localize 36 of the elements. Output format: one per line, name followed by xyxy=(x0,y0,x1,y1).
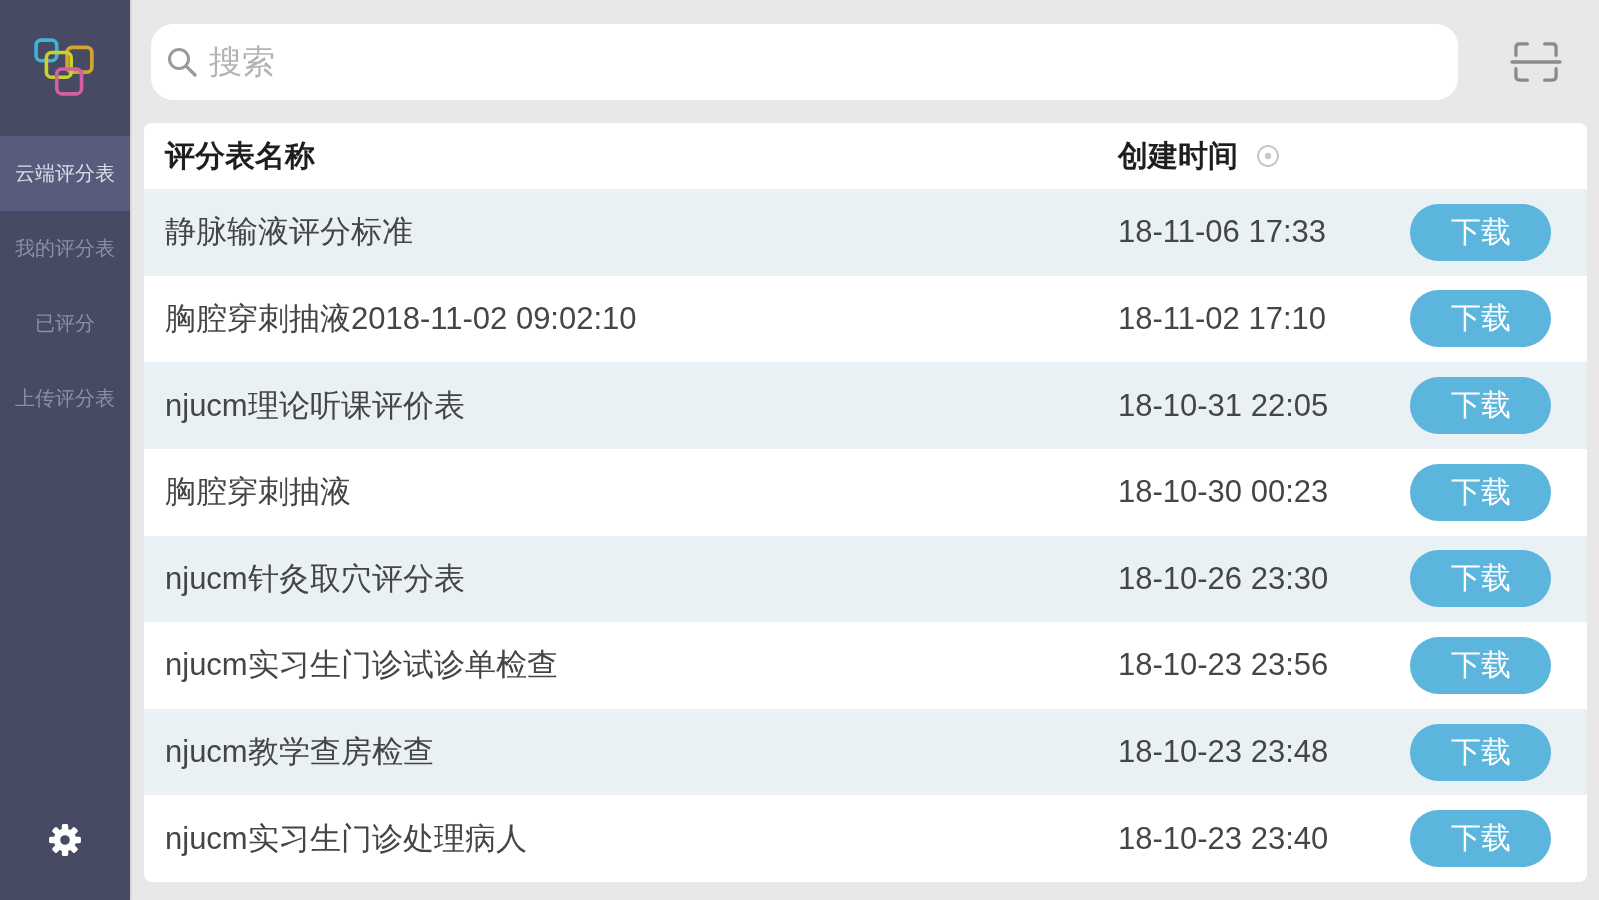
column-header: 评分表名称 xyxy=(165,137,315,174)
table-cell: 18-10-23 23:56 xyxy=(1118,647,1329,683)
settings-icon[interactable] xyxy=(48,823,82,857)
table-cell: 18-10-23 23:40 xyxy=(1118,820,1329,856)
table-cell: njucm针灸取穴评分表 xyxy=(165,560,465,596)
table-cell: njucm教学查房检查 xyxy=(165,734,434,770)
download-button[interactable]: 下载 xyxy=(1410,723,1551,781)
download-button[interactable]: 下载 xyxy=(1410,203,1551,261)
table-cell: 18-10-26 23:30 xyxy=(1118,560,1329,596)
sidebar-item[interactable]: 已评分 xyxy=(0,286,130,361)
logo-icon xyxy=(34,38,96,98)
download-button[interactable]: 下载 xyxy=(1410,550,1551,608)
table-cell: 胸腔穿刺抽液2018-11-02 09:02:10 xyxy=(165,300,637,336)
table-cell: 18-10-23 23:48 xyxy=(1118,734,1329,770)
table-cell: njucm实习生门诊试诊单检查 xyxy=(165,647,558,683)
sidebar-item[interactable]: 上传评分表 xyxy=(0,361,130,436)
column-header[interactable]: 创建时间 xyxy=(1118,135,1238,177)
table-cell: 18-11-02 17:10 xyxy=(1118,300,1326,336)
table-cell: 18-10-31 22:05 xyxy=(1118,387,1329,423)
search-field[interactable]: 搜索 xyxy=(151,24,1458,100)
table-cell: 18-11-06 17:33 xyxy=(1118,214,1326,250)
search-icon xyxy=(167,47,197,77)
table-cell: 静脉输液评分标准 xyxy=(165,214,413,250)
sidebar-item[interactable]: 我的评分表 xyxy=(0,211,130,286)
table-cell: njucm实习生门诊处理病人 xyxy=(165,820,527,856)
table-cell: 18-10-30 00:23 xyxy=(1118,474,1329,510)
table-cell: 胸腔穿刺抽液 xyxy=(165,474,351,510)
download-button[interactable]: 下载 xyxy=(1410,636,1551,694)
sidebar-item[interactable]: 云端评分表 xyxy=(0,136,130,211)
download-button[interactable]: 下载 xyxy=(1410,377,1551,435)
table-cell: njucm理论听课评价表 xyxy=(165,387,465,423)
download-button[interactable]: 下载 xyxy=(1410,290,1551,348)
scan-icon[interactable] xyxy=(1510,40,1562,84)
download-button[interactable]: 下载 xyxy=(1410,463,1551,521)
sort-icon[interactable] xyxy=(1256,144,1280,168)
download-button[interactable]: 下载 xyxy=(1410,810,1551,868)
